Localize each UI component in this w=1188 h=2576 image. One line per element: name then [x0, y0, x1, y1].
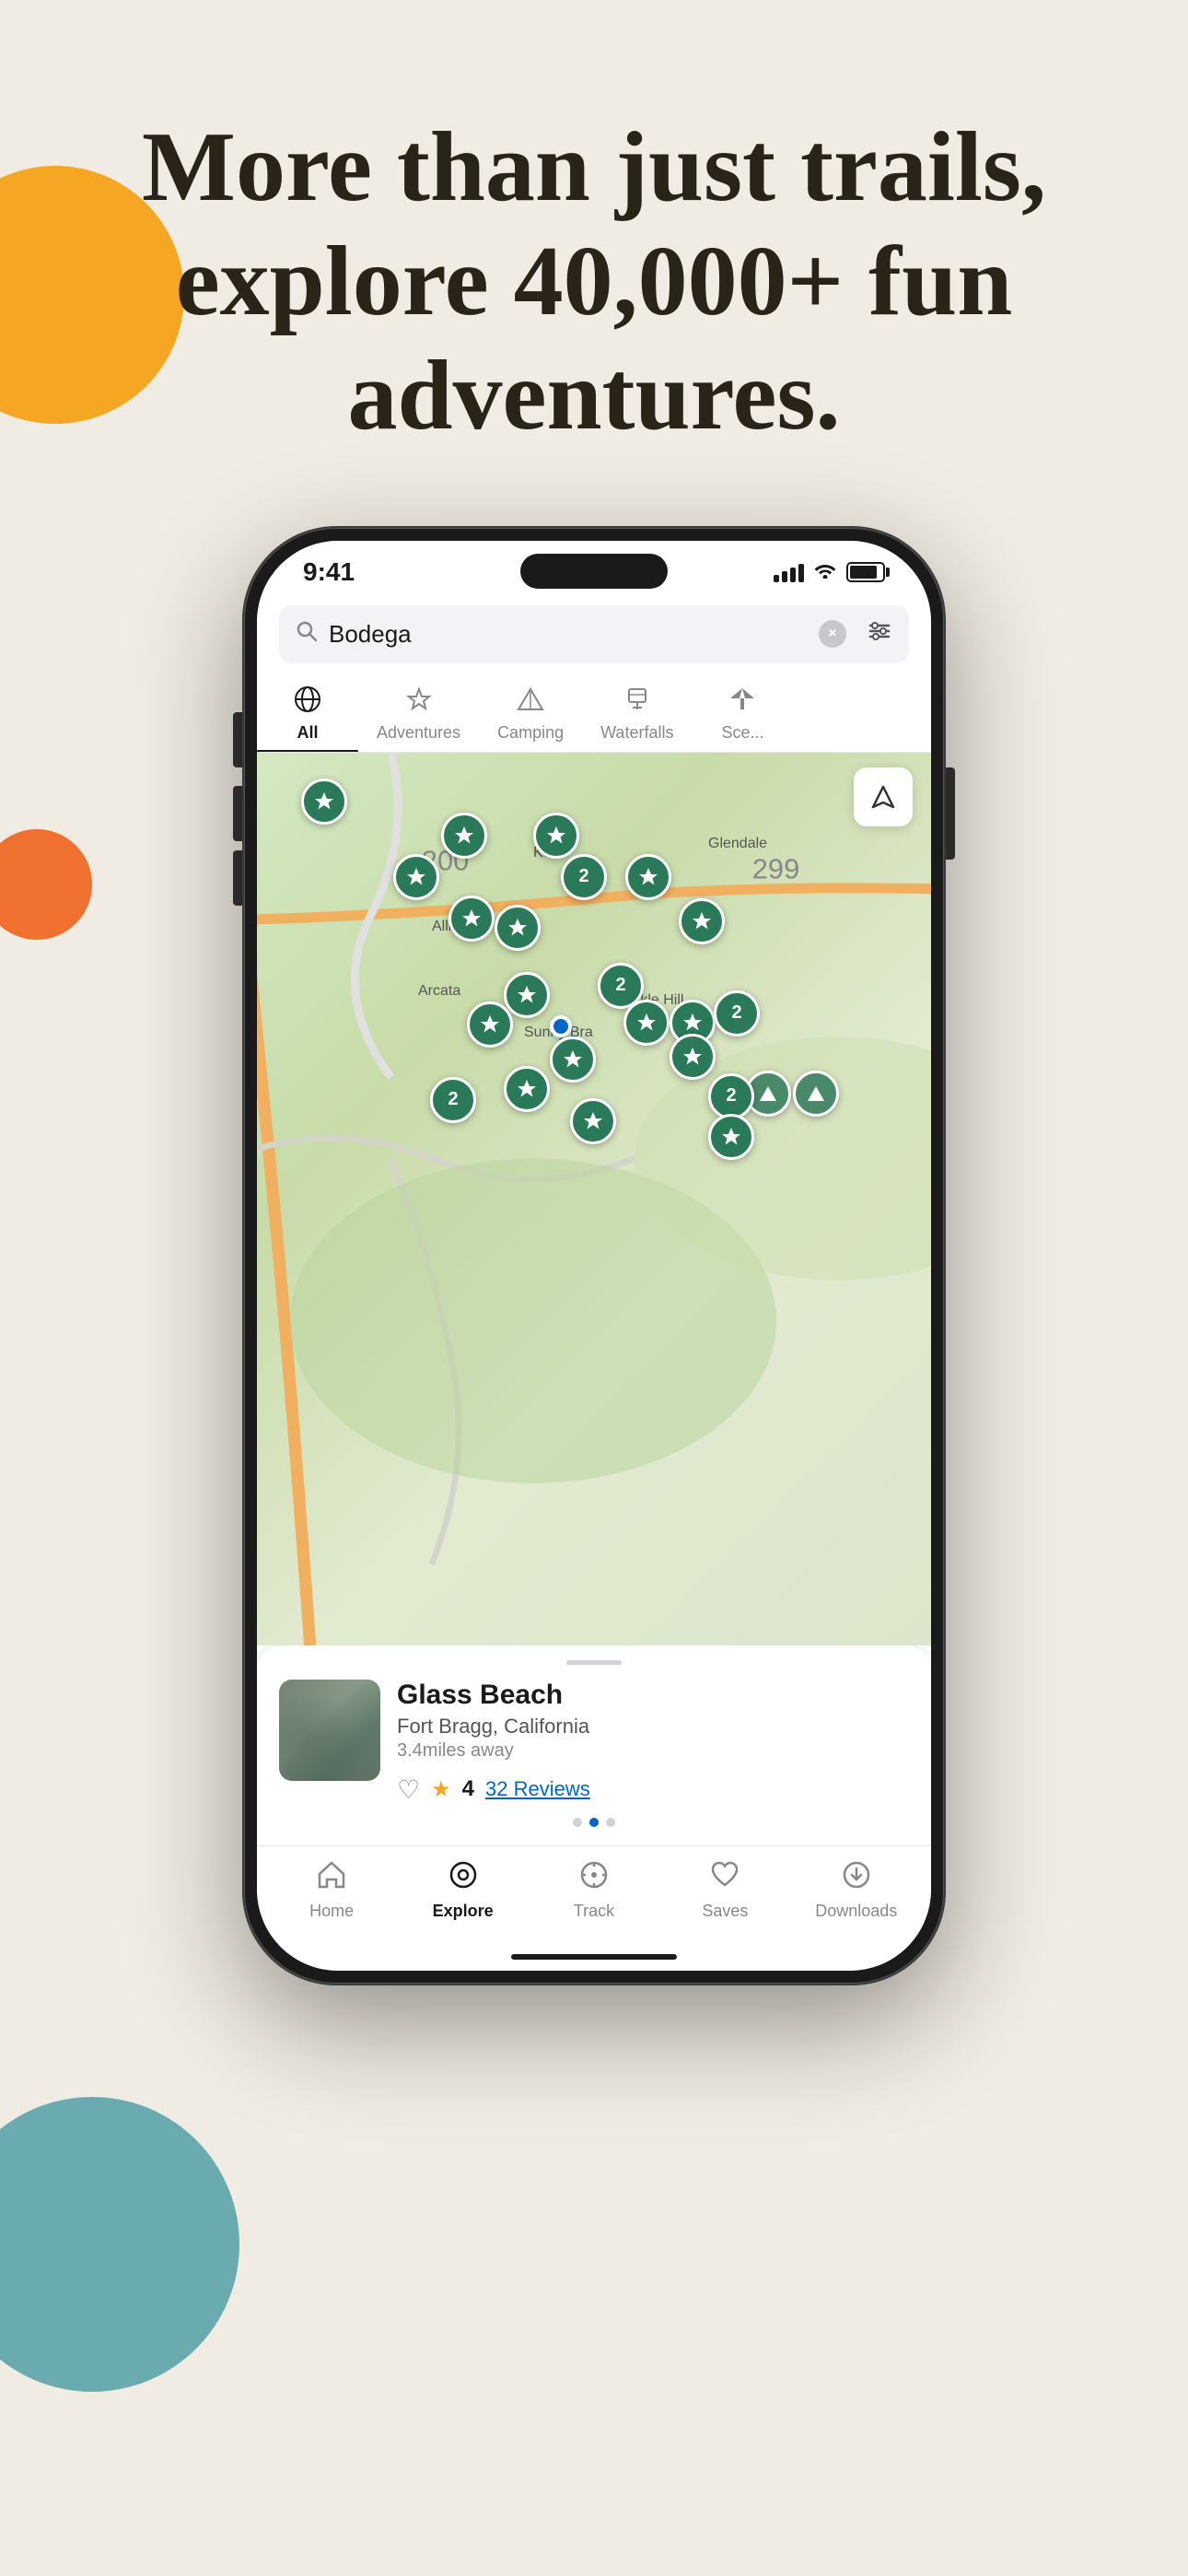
- map-marker-9[interactable]: [504, 972, 550, 1018]
- downloads-icon: [841, 1859, 872, 1898]
- tab-waterfalls-label: Waterfalls: [600, 723, 673, 743]
- tab-bar-home-label: Home: [309, 1902, 354, 1921]
- tab-bar-saves-label: Saves: [702, 1902, 748, 1921]
- map-marker-17[interactable]: [793, 1071, 839, 1117]
- map-marker-19[interactable]: [570, 1098, 616, 1144]
- map-marker-15[interactable]: [504, 1066, 550, 1112]
- dynamic-island: [520, 554, 668, 589]
- wifi-icon: [813, 560, 837, 584]
- map-marker-7[interactable]: [495, 905, 541, 951]
- search-input[interactable]: Bodega: [329, 620, 808, 649]
- phone-screen: 9:41: [257, 541, 931, 1971]
- user-location-dot: [550, 1015, 572, 1037]
- map-marker-13[interactable]: [550, 1036, 596, 1083]
- tab-adventures[interactable]: Adventures: [358, 674, 479, 752]
- pagination-dot-1: [573, 1818, 582, 1827]
- tab-bar-explore[interactable]: Explore: [417, 1859, 509, 1921]
- place-label-glendale: Glendale: [708, 836, 767, 852]
- track-icon: [578, 1859, 610, 1898]
- map-marker-6[interactable]: [448, 896, 495, 942]
- hero-section: More than just trails, explore 40,000+ f…: [0, 0, 1188, 509]
- tab-all-icon: [294, 685, 321, 720]
- tab-bar-home[interactable]: Home: [285, 1859, 378, 1921]
- tab-adventures-label: Adventures: [377, 723, 460, 743]
- tab-bar-track-label: Track: [574, 1902, 614, 1921]
- map-marker-5[interactable]: [625, 854, 671, 900]
- reviews-link[interactable]: 32 Reviews: [485, 1777, 590, 1801]
- tab-bar: Home Explore: [257, 1845, 931, 1947]
- card-image[interactable]: [279, 1680, 380, 1781]
- map-marker-10[interactable]: [467, 1001, 513, 1048]
- saves-icon: [709, 1859, 740, 1898]
- tab-bar-saves[interactable]: Saves: [679, 1859, 771, 1921]
- home-icon: [316, 1859, 347, 1898]
- search-container: Bodega ×: [257, 594, 931, 674]
- pagination-dot-2: [589, 1818, 599, 1827]
- card-handle: [566, 1660, 622, 1665]
- map-cluster-5[interactable]: 2: [708, 1073, 754, 1119]
- svg-text:299: 299: [752, 852, 799, 884]
- map-marker-1[interactable]: [301, 779, 347, 825]
- map-marker-3[interactable]: [533, 813, 579, 859]
- tab-all[interactable]: All: [257, 674, 358, 752]
- card-subtitle: Fort Bragg, California: [397, 1715, 909, 1739]
- map-marker-8[interactable]: [679, 898, 725, 944]
- tab-all-label: All: [297, 723, 318, 743]
- card-rating: ♡ ★ 4 32 Reviews: [397, 1774, 909, 1805]
- map-cluster-1[interactable]: 2: [561, 854, 607, 900]
- map-area[interactable]: 200 299 255 Korb Allia Arcata Glendale S…: [257, 753, 931, 1645]
- card-title[interactable]: Glass Beach: [397, 1680, 909, 1711]
- tab-camping-label: Camping: [497, 723, 564, 743]
- tab-bar-track[interactable]: Track: [548, 1859, 640, 1921]
- map-cluster-3[interactable]: 2: [714, 990, 760, 1036]
- phone-mockup: 9:41: [0, 509, 1188, 2076]
- status-icons: [774, 560, 885, 584]
- pagination-dots: [279, 1818, 909, 1827]
- star-icon: ★: [431, 1776, 451, 1803]
- tab-scenic-label: Sce...: [721, 723, 763, 743]
- heart-icon[interactable]: ♡: [397, 1774, 420, 1805]
- home-bar: [511, 1954, 677, 1960]
- decorative-circle-teal: [0, 2097, 239, 2392]
- tab-scenic-icon: [728, 685, 756, 720]
- search-clear-button[interactable]: ×: [819, 620, 846, 648]
- map-marker-14[interactable]: [670, 1034, 716, 1080]
- card-distance: 3.4miles away: [397, 1740, 909, 1762]
- card-info: Glass Beach Fort Bragg, California 3.4mi…: [397, 1680, 909, 1805]
- explore-icon: [448, 1859, 479, 1898]
- location-card: Glass Beach Fort Bragg, California 3.4mi…: [257, 1645, 931, 1845]
- tab-waterfalls-icon: [623, 685, 651, 720]
- phone-frame: 9:41: [244, 528, 944, 1984]
- tab-bar-explore-label: Explore: [433, 1902, 494, 1921]
- map-marker-4[interactable]: [393, 854, 439, 900]
- tab-bar-downloads[interactable]: Downloads: [810, 1859, 903, 1921]
- home-indicator: [257, 1947, 931, 1971]
- tab-waterfalls[interactable]: Waterfalls: [582, 674, 692, 752]
- pagination-dot-3: [606, 1818, 615, 1827]
- search-filter-button[interactable]: [867, 618, 892, 650]
- map-cluster-4[interactable]: 2: [430, 1077, 476, 1123]
- tab-adventures-icon: [405, 685, 433, 720]
- category-tabs: All Adventures: [257, 674, 931, 753]
- tab-scenic[interactable]: Sce...: [692, 674, 793, 752]
- search-icon: [296, 620, 318, 648]
- hero-title: More than just trails, explore 40,000+ f…: [74, 111, 1114, 454]
- battery-icon: [846, 562, 885, 582]
- map-marker-18[interactable]: [708, 1114, 754, 1160]
- card-image-overlay: [279, 1680, 380, 1781]
- signal-bars-icon: [774, 562, 804, 582]
- map-marker-11[interactable]: [623, 1000, 670, 1046]
- rating-number: 4: [462, 1776, 474, 1802]
- search-bar[interactable]: Bodega ×: [279, 605, 909, 663]
- status-time: 9:41: [303, 557, 355, 587]
- tab-camping[interactable]: Camping: [479, 674, 582, 752]
- card-content: Glass Beach Fort Bragg, California 3.4mi…: [279, 1680, 909, 1805]
- navigate-button[interactable]: [854, 767, 913, 826]
- map-marker-2[interactable]: [441, 813, 487, 859]
- place-label-arcata: Arcata: [418, 983, 460, 1000]
- tab-bar-downloads-label: Downloads: [815, 1902, 897, 1921]
- tab-camping-icon: [517, 685, 544, 720]
